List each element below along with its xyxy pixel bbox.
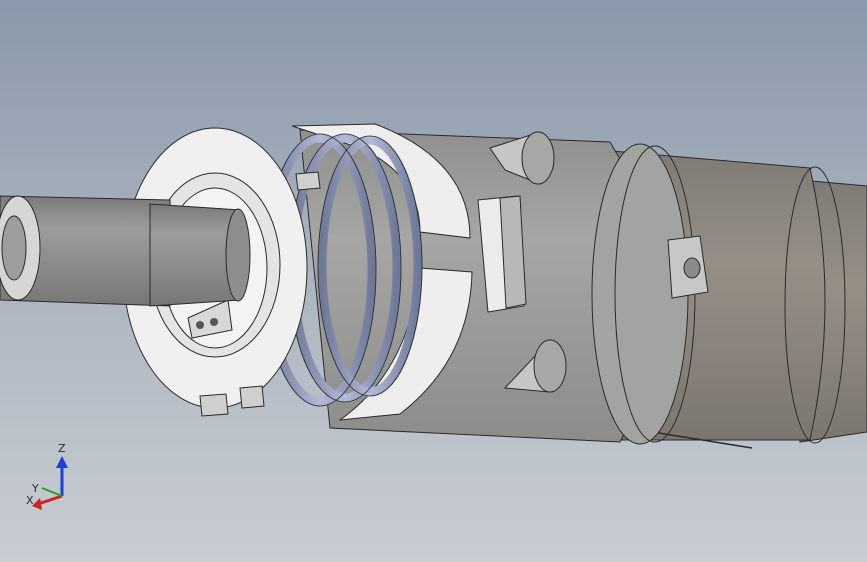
assembly-model[interactable]: [0, 0, 867, 562]
output-shaft[interactable]: [0, 195, 251, 307]
axis-triad: Z Y X: [26, 442, 68, 510]
x-axis-label: X: [26, 494, 34, 507]
z-axis-label: Z: [58, 442, 66, 455]
y-axis-arrow: [41, 487, 63, 497]
3d-viewport[interactable]: Z Y X: [0, 0, 867, 562]
z-axis-arrow: [56, 456, 68, 496]
x-axis-arrow: [32, 494, 63, 510]
